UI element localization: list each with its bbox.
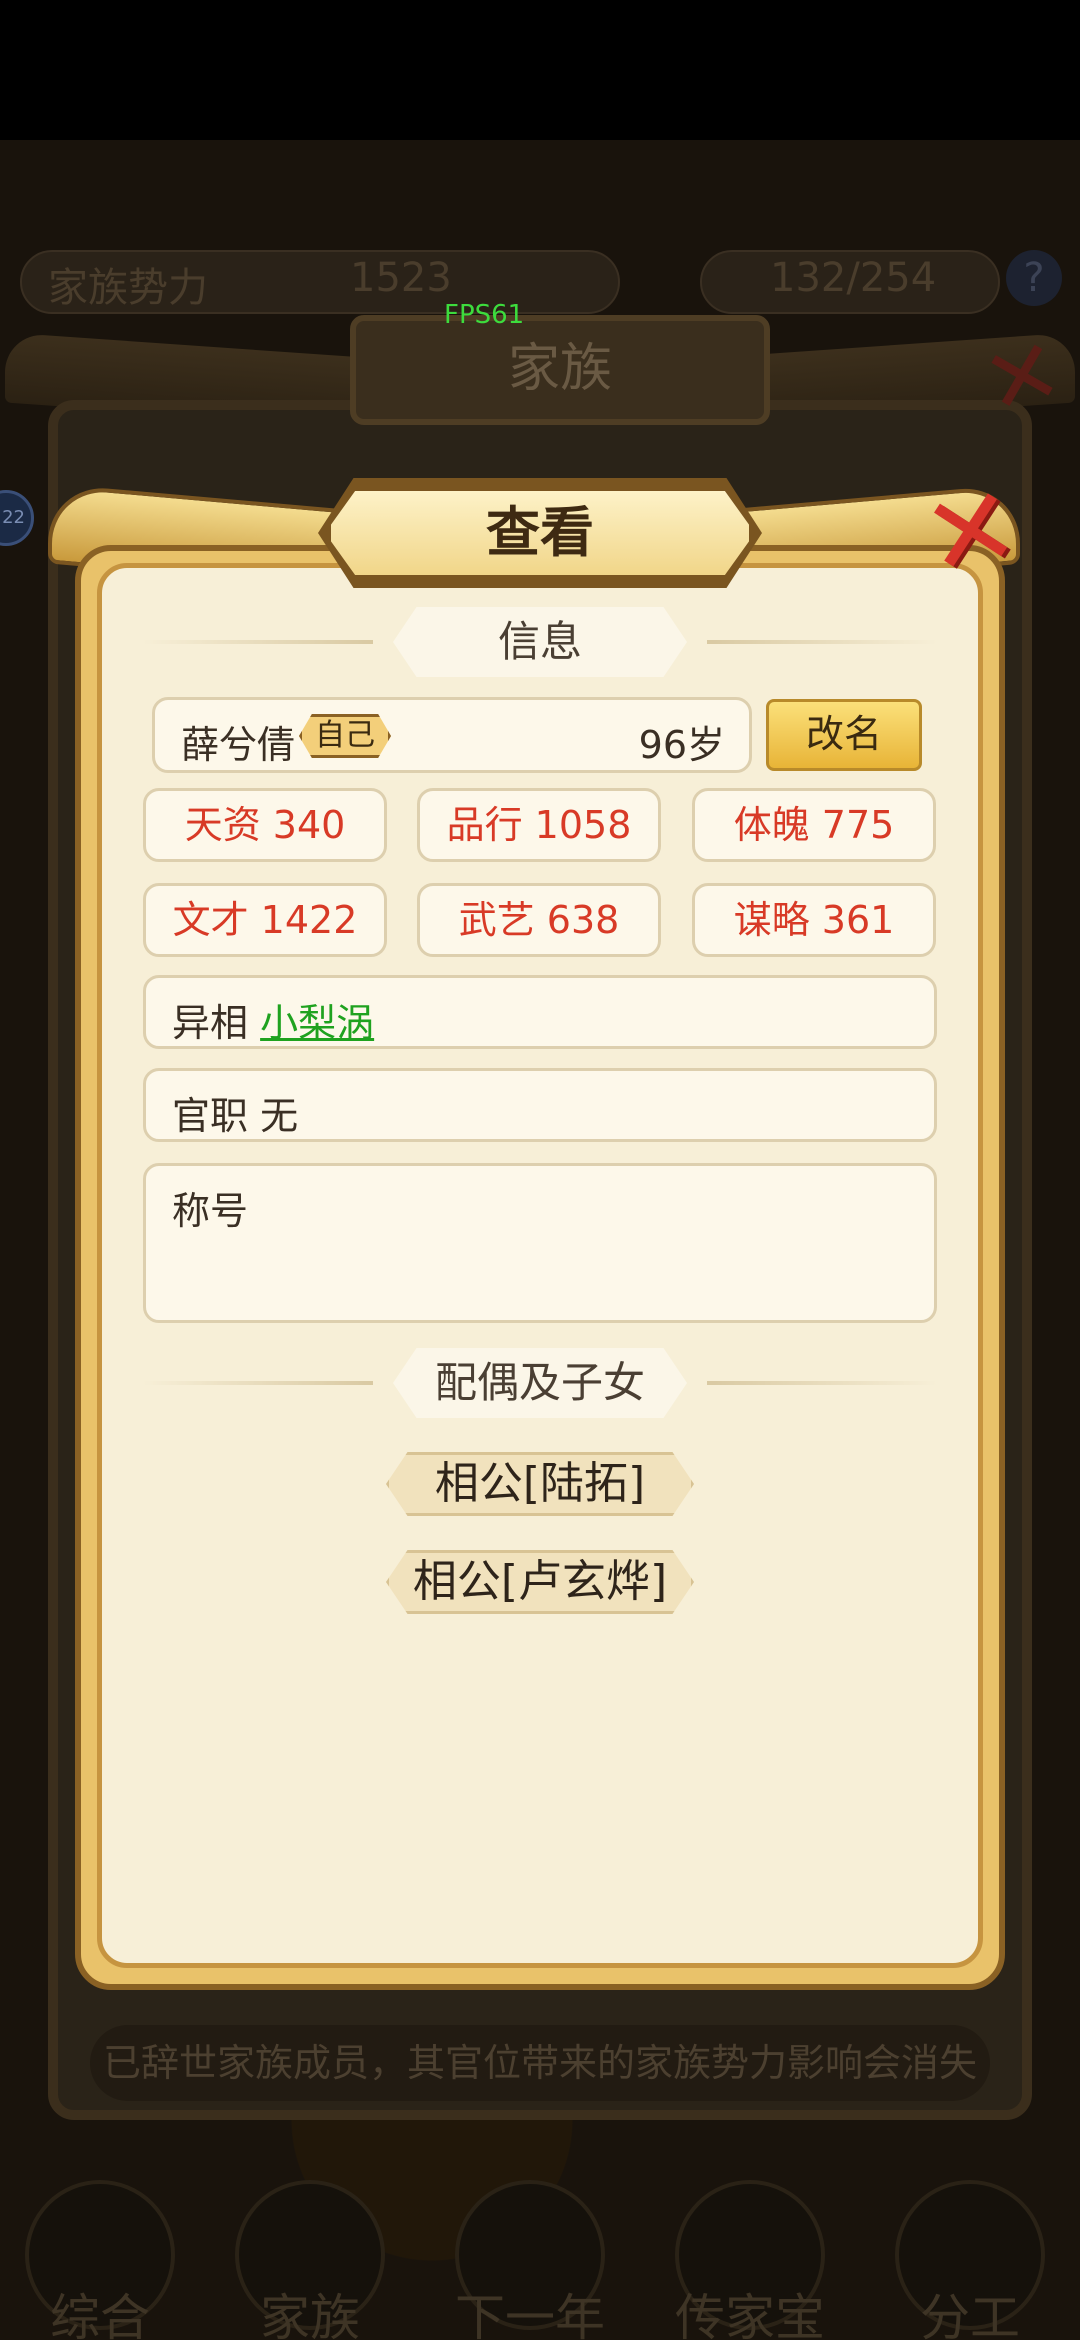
trait-row: 异相 小梨涡 <box>143 975 937 1049</box>
family-section-header: 配偶及子女 <box>143 1348 937 1418</box>
office-row: 官职 无 <box>143 1068 937 1142</box>
trait-text: 异相 小梨涡 <box>172 992 374 1047</box>
stat-talent: 天资 340 <box>143 788 387 862</box>
info-section-label: 信息 <box>393 607 687 677</box>
self-badge: 自己 <box>299 714 391 758</box>
background-power-value: 1523 <box>350 255 452 301</box>
background-count-value: 132/254 <box>770 255 937 301</box>
rename-button[interactable]: 改名 <box>766 699 922 771</box>
header-line-left <box>143 640 373 644</box>
stat-martial: 武艺 638 <box>417 883 661 957</box>
close-button[interactable]: ✕ <box>913 460 1030 604</box>
nav-item-next-year: 下一年 <box>440 2180 620 2340</box>
nav-item-overview: 综合 <box>10 2180 190 2340</box>
nav-item-tasks: 分工 <box>880 2180 1060 2340</box>
dialog-title: 查看 <box>325 485 755 581</box>
office-label: 官职 <box>172 1094 249 1138</box>
trait-link[interactable]: 小梨涡 <box>260 1001 374 1045</box>
header-line-right <box>707 1381 937 1385</box>
spouse-button[interactable]: 相公[陆拓] <box>386 1452 694 1516</box>
character-name: 薛兮倩 <box>181 723 296 767</box>
stat-conduct: 品行 1058 <box>417 788 661 862</box>
stat-literary: 文才 1422 <box>143 883 387 957</box>
background-power-label: 家族势力 <box>48 265 208 311</box>
office-value: 无 <box>260 1094 299 1138</box>
fps-counter: FPS61 <box>444 300 525 330</box>
bottom-nav: 综合 家族 下一年 传家宝 分工 <box>0 2180 1080 2340</box>
header-line-right <box>707 640 937 644</box>
title-box: 称号 <box>143 1163 937 1323</box>
background-notice: 已辞世家族成员，其官位带来的家族势力影响会消失 <box>90 2025 990 2101</box>
nav-item-family: 家族 <box>220 2180 400 2340</box>
status-bar-area <box>0 0 1080 140</box>
spouse-button[interactable]: 相公[卢玄烨] <box>386 1550 694 1614</box>
name-box: 薛兮倩 自己 96岁 <box>152 697 752 773</box>
stat-physique: 体魄 775 <box>692 788 936 862</box>
close-icon: ✕ <box>912 459 1030 605</box>
character-age: 96岁 <box>638 723 725 767</box>
family-section-label: 配偶及子女 <box>393 1348 687 1418</box>
info-section-header: 信息 <box>143 607 937 677</box>
title-label: 称号 <box>172 1189 249 1233</box>
trait-label: 异相 <box>172 1001 249 1045</box>
help-icon: ? <box>1006 250 1062 306</box>
header-line-left <box>143 1381 373 1385</box>
background-panel-title: 家族 <box>350 315 770 425</box>
nav-item-heirloom: 传家宝 <box>660 2180 840 2340</box>
stat-strategy: 谋略 361 <box>692 883 936 957</box>
office-text: 官职 无 <box>172 1085 298 1140</box>
